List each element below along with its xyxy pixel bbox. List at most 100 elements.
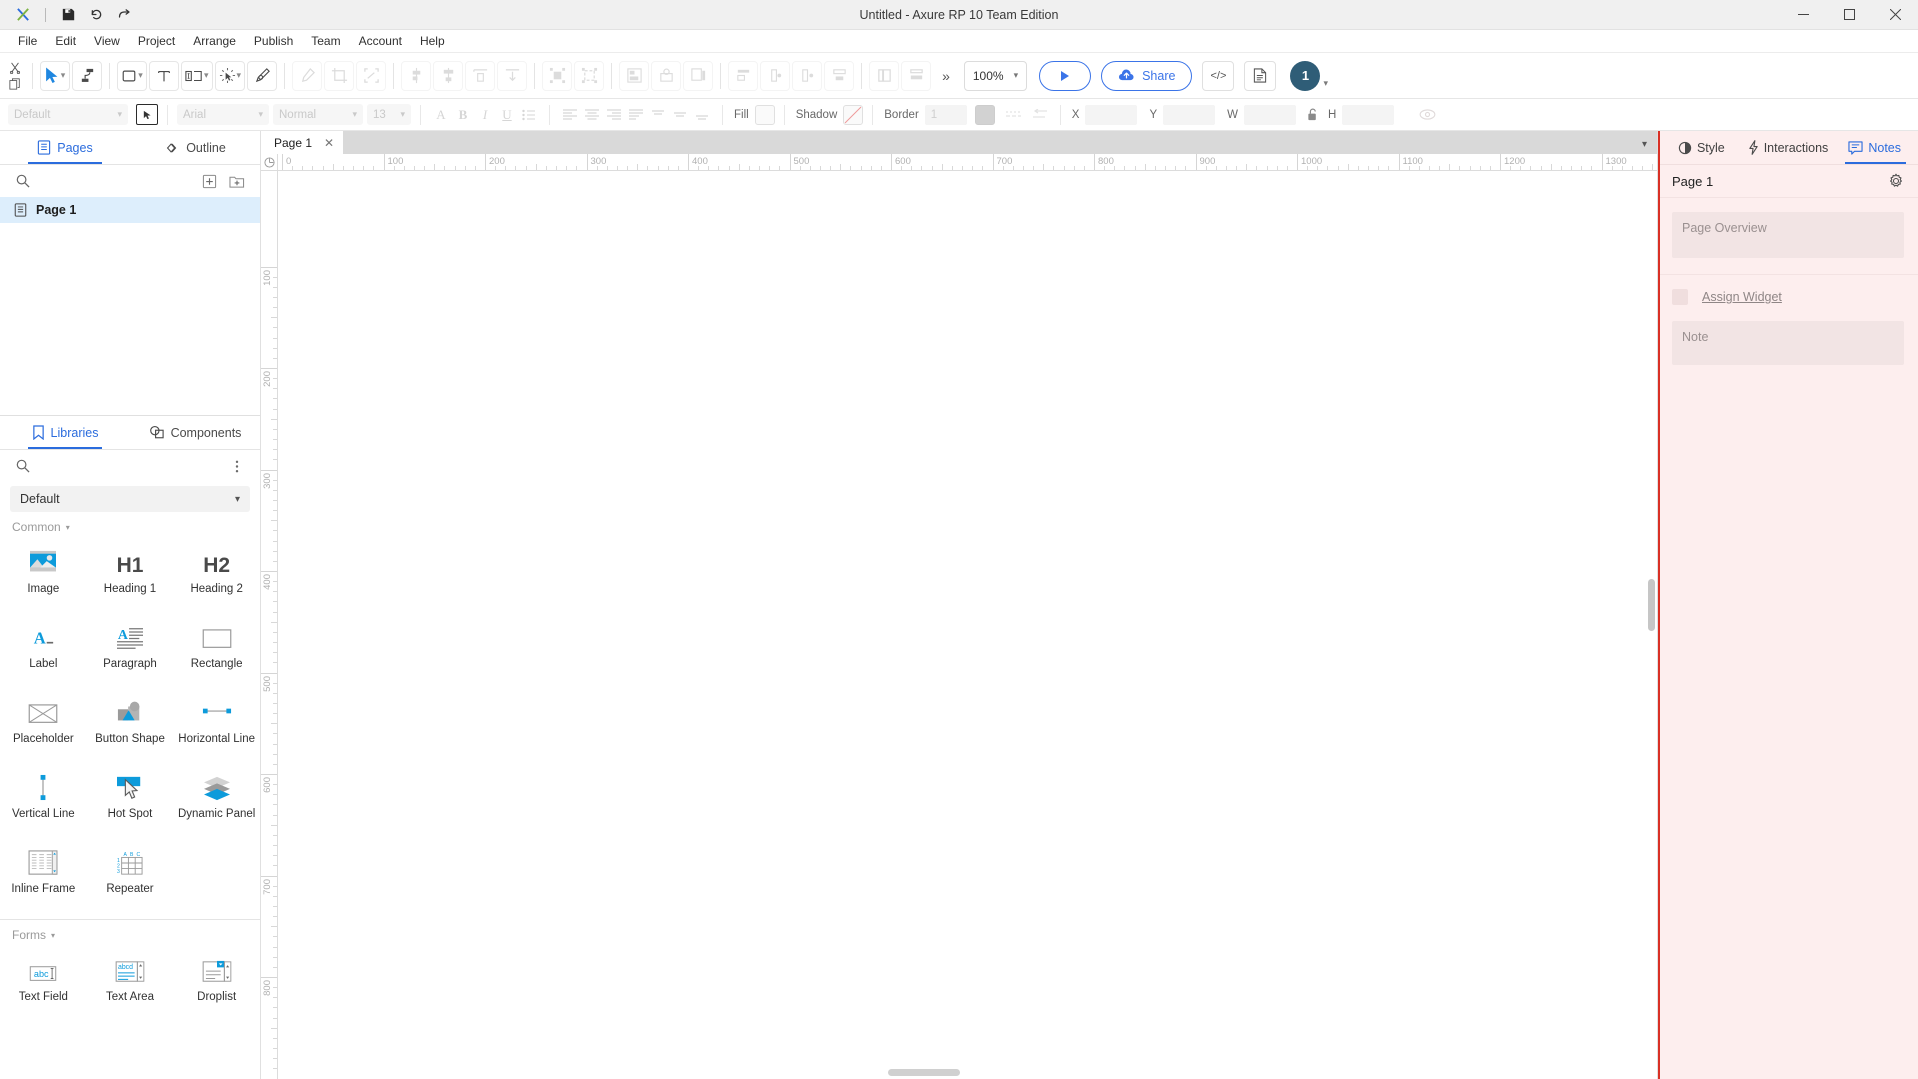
flip-vertical-icon[interactable] — [824, 60, 855, 91]
widget-group-forms-header[interactable]: Forms ▾ — [0, 920, 260, 946]
widget-rectangle[interactable]: Rectangle — [173, 613, 260, 688]
menu-arrange[interactable]: Arrange — [184, 32, 245, 50]
border-width-input[interactable]: 1 — [924, 104, 967, 125]
eye-icon[interactable] — [1416, 104, 1438, 125]
share-button[interactable]: Share — [1101, 60, 1193, 91]
eyedropper-icon[interactable] — [292, 60, 323, 91]
transform-caret-icon[interactable]: ▾ — [237, 70, 242, 81]
border-color-swatch[interactable] — [974, 104, 995, 125]
preview-button[interactable] — [1039, 60, 1092, 91]
tab-style[interactable]: Style — [1658, 131, 1745, 164]
save-icon[interactable] — [55, 4, 81, 26]
axure-logo-icon[interactable] — [10, 4, 36, 26]
align-right-button[interactable] — [603, 104, 625, 125]
lock-open-icon[interactable] — [1302, 104, 1324, 125]
document-button[interactable] — [1244, 60, 1277, 91]
box-layout-caret-icon[interactable]: ▾ — [204, 70, 209, 81]
font-color-button[interactable]: A — [430, 104, 452, 125]
h-input[interactable] — [1342, 104, 1395, 125]
widget-style-select[interactable]: Default ▾ — [8, 104, 128, 125]
maximize-button[interactable] — [1826, 0, 1872, 30]
select-tool-caret-icon[interactable]: ▾ — [61, 70, 66, 81]
canvas-vertical-scrollbar[interactable] — [1648, 579, 1655, 631]
menu-help[interactable]: Help — [411, 32, 454, 50]
search-icon[interactable] — [12, 455, 34, 477]
tab-outline[interactable]: Outline — [130, 131, 260, 164]
widget-button-shape[interactable]: Button Shape — [87, 688, 174, 763]
menu-edit[interactable]: Edit — [46, 32, 85, 50]
toolbar-overflow-button[interactable]: » — [932, 68, 958, 84]
menu-file[interactable]: File — [9, 32, 46, 50]
widget-horizontal-line[interactable]: Horizontal Line — [173, 688, 260, 763]
pen-tool-button[interactable] — [247, 60, 278, 91]
note-input[interactable]: Note — [1672, 321, 1904, 365]
tab-interactions[interactable]: Interactions — [1745, 131, 1832, 164]
design-canvas[interactable] — [278, 171, 1657, 1079]
widget-text-area[interactable]: abcd Text Area — [87, 946, 174, 1021]
chevron-down-icon[interactable]: ▾ — [1323, 78, 1328, 89]
fill-swatch[interactable] — [754, 104, 775, 125]
widget-label[interactable]: A Label — [0, 613, 87, 688]
style-picker-button[interactable] — [136, 104, 158, 125]
select-tool-button[interactable]: ▾ — [40, 60, 70, 91]
menu-team[interactable]: Team — [302, 32, 349, 50]
align-left-button[interactable] — [559, 104, 581, 125]
distribute-horizontal-icon[interactable] — [728, 60, 759, 91]
split-horizontal-icon[interactable] — [901, 60, 932, 91]
add-folder-icon[interactable] — [226, 170, 248, 192]
widget-droplist[interactable]: Droplist — [173, 946, 260, 1021]
assign-widget-link[interactable]: Assign Widget — [1702, 290, 1782, 304]
tab-notes[interactable]: Notes — [1831, 131, 1918, 164]
widget-paragraph[interactable]: A Paragraph — [87, 613, 174, 688]
add-page-icon[interactable] — [198, 170, 220, 192]
user-account[interactable]: 1 ▾ — [1290, 60, 1328, 91]
shadow-swatch[interactable] — [843, 104, 864, 125]
bullet-list-button[interactable] — [518, 104, 540, 125]
chevron-down-icon[interactable]: ▾ — [1642, 139, 1647, 150]
canvas-tab-page-1[interactable]: Page 1 ✕ — [261, 131, 344, 154]
arrow-style-button[interactable] — [1029, 104, 1051, 125]
close-button[interactable] — [1872, 0, 1918, 30]
horizontal-ruler[interactable]: 0 100 200 300 400 500 600 700 800 900 1000 1100 1200… — [278, 154, 1657, 171]
page-list-item-page-1[interactable]: Page 1 — [0, 197, 260, 223]
minimize-button[interactable] — [1780, 0, 1826, 30]
text-tool-button[interactable] — [149, 60, 179, 91]
x-input[interactable] — [1085, 104, 1138, 125]
widget-heading-1[interactable]: H1 Heading 1 — [87, 538, 174, 613]
valign-middle-button[interactable] — [669, 104, 691, 125]
connector-tool-button[interactable] — [72, 60, 102, 91]
widget-inline-frame[interactable]: Inline Frame — [0, 838, 87, 913]
bring-forward-icon[interactable] — [651, 60, 682, 91]
valign-bottom-button[interactable] — [691, 104, 713, 125]
menu-view[interactable]: View — [85, 32, 129, 50]
w-input[interactable] — [1244, 104, 1296, 125]
valign-top-button[interactable] — [647, 104, 669, 125]
font-family-select[interactable]: Arial ▾ — [177, 104, 269, 125]
split-vertical-icon[interactable] — [869, 60, 900, 91]
widget-heading-2[interactable]: H2 Heading 2 — [173, 538, 260, 613]
rectangle-tool-caret-icon[interactable]: ▾ — [138, 70, 143, 81]
rectangle-tool-button[interactable]: ▾ — [117, 60, 147, 91]
align-top-icon[interactable] — [497, 60, 528, 91]
align-right-icon[interactable] — [465, 60, 496, 91]
menu-publish[interactable]: Publish — [245, 32, 302, 50]
tab-pages[interactable]: Pages — [0, 131, 130, 164]
gear-icon[interactable] — [1888, 173, 1904, 189]
box-layout-tool-button[interactable]: ▾ — [181, 60, 213, 91]
widget-dynamic-panel[interactable]: Dynamic Panel — [173, 763, 260, 838]
fit-icon[interactable] — [356, 60, 387, 91]
widget-vertical-line[interactable]: Vertical Line — [0, 763, 87, 838]
underline-button[interactable]: U — [496, 104, 518, 125]
tab-components[interactable]: Components — [130, 416, 260, 449]
align-center-icon[interactable] — [433, 60, 464, 91]
distribute-vertical-icon[interactable] — [760, 60, 791, 91]
widget-group-common-header[interactable]: Common ▾ — [0, 512, 260, 538]
cut-icon[interactable] — [4, 60, 26, 75]
ungroup-icon[interactable] — [574, 60, 605, 91]
zoom-select[interactable]: 100% ▾ — [963, 60, 1028, 91]
bold-button[interactable]: B — [452, 104, 474, 125]
font-weight-select[interactable]: Normal ▾ — [273, 104, 363, 125]
align-justify-button[interactable] — [625, 104, 647, 125]
align-center-button[interactable] — [581, 104, 603, 125]
widget-text-field[interactable]: abc Text Field — [0, 946, 87, 1021]
